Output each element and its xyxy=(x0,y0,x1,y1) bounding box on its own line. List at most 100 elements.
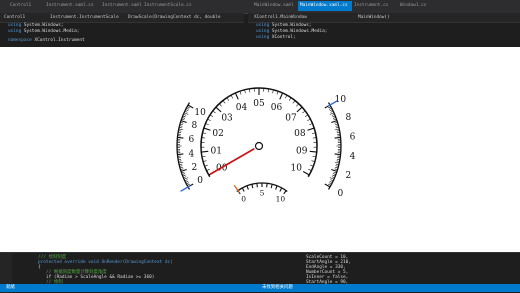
outer-right-tick-label: 8 xyxy=(346,113,352,123)
outer-left-tick-label: 0 xyxy=(197,176,203,186)
small-scale-major-tick xyxy=(247,186,248,190)
outer-left-scale-minor-tick xyxy=(185,111,188,112)
outer-left-scale-minor-tick xyxy=(186,108,189,109)
instrument-gauges: 0246810024681000010203040506070809100510 xyxy=(0,47,520,252)
small-scale-major-tick xyxy=(242,188,244,192)
outer-right-scale-minor-tick xyxy=(335,124,338,125)
outer-left-scale-minor-tick xyxy=(187,184,190,185)
main-dial-tick-label: 01 xyxy=(211,147,222,157)
outer-left-scale-minor-tick xyxy=(187,106,190,107)
status-issues-text: 未找到相关问题 xyxy=(262,284,293,292)
tab-mainwindow-xaml[interactable]: MainWindow.xaml xyxy=(252,1,298,11)
navigation-bar-left: Control1 Instrument.InstrumentScale Draw… xyxy=(0,13,244,23)
main-dial-minor-tick xyxy=(307,119,310,121)
outer-left-scale-minor-tick xyxy=(180,167,183,168)
outer-left-scale-minor-tick xyxy=(184,178,188,180)
outer-right-scale-minor-tick xyxy=(330,111,333,112)
main-dial-major-tick xyxy=(280,93,283,99)
outer-right-scale-minor-tick xyxy=(329,108,332,109)
tab-instrument-cs[interactable]: Instrument.cs xyxy=(352,1,398,11)
code-line: using XControl; xyxy=(256,35,296,41)
outer-left-scale-minor-tick xyxy=(185,180,188,181)
main-dial-major-tick xyxy=(201,151,208,152)
outer-right-tick-label: 6 xyxy=(350,132,356,142)
tab-mainwindow-xaml-cs[interactable]: MainWindow.xaml.cs xyxy=(298,1,352,11)
nav-class-dropdown-right[interactable]: XControl1.MainWindow xyxy=(254,13,307,22)
outer-left-scale-minor-tick xyxy=(183,177,186,178)
tab-window1-cs[interactable]: Window1.cs xyxy=(398,1,440,11)
outer-left-scale-minor-tick xyxy=(180,122,183,123)
navigation-bar-right: XControl1.MainWindow MainWindow() xyxy=(248,13,520,23)
main-dial-minor-tick xyxy=(289,98,291,101)
main-dial-minor-tick xyxy=(305,115,308,117)
outer-left-tick-label: 4 xyxy=(189,149,195,159)
editor-tab-bar: Control1 Instrument.xaml.cs Instrument.x… xyxy=(0,0,520,14)
outer-right-scale-minor-tick xyxy=(332,177,335,178)
outer-right-scale-minor-tick xyxy=(330,181,333,182)
small-scale-major-tick xyxy=(252,184,253,188)
tab-instrument-scale[interactable]: InstrumentScale.cs xyxy=(142,1,196,11)
outer-right-scale-minor-tick xyxy=(335,162,339,163)
outer-left-scale-minor-tick xyxy=(184,113,188,115)
main-dial-tick-label: 10 xyxy=(291,164,303,174)
main-dial-minor-tick xyxy=(302,111,305,113)
design-surface: 0246810024681000010203040506070809100510 xyxy=(0,47,520,252)
main-dial-tick-label: 05 xyxy=(253,99,265,109)
outer-left-tick-label: 8 xyxy=(191,121,197,131)
main-dial-tick-label: 08 xyxy=(294,129,306,139)
code-line: protected override void OnRender(Drawing… xyxy=(38,260,173,266)
main-dial-minor-tick xyxy=(231,95,233,98)
outer-left-scale-major-tick xyxy=(181,169,187,171)
main-dial-tick-label: 02 xyxy=(212,129,223,139)
nav-member-dropdown-right[interactable]: MainWindow() xyxy=(358,13,390,22)
small-scale-major-tick xyxy=(271,184,272,188)
outer-right-scale-minor-tick xyxy=(335,122,338,123)
main-dial-minor-tick xyxy=(309,124,312,125)
outer-left-scale-minor-tick xyxy=(180,169,183,170)
outer-left-tick-label: 10 xyxy=(194,108,206,118)
outer-right-scale-major-tick xyxy=(335,154,341,155)
outer-right-scale-major-tick xyxy=(335,137,341,138)
outer-right-tick-label: 4 xyxy=(350,152,356,162)
small-scale-tick-label: 5 xyxy=(260,189,265,198)
tab-instrument-xaml-cs[interactable]: Instrument.xaml.cs xyxy=(44,1,100,11)
outer-right-scale-major-tick xyxy=(331,169,337,171)
tab-instrument-xaml[interactable]: Instrument.xaml xyxy=(100,1,142,11)
main-dial-minor-tick xyxy=(213,111,216,113)
main-dial-minor-tick xyxy=(219,104,221,107)
outer-left-scale-minor-tick xyxy=(186,183,189,184)
outer-left-scale-minor-tick xyxy=(183,114,186,115)
main-dial-tick-label: 07 xyxy=(285,113,297,123)
main-dial-major-tick xyxy=(303,172,309,176)
outer-left-scale-minor-tick xyxy=(180,124,183,125)
outer-right-scale-minor-tick xyxy=(335,129,339,130)
outer-right-scale-minor-tick xyxy=(330,110,333,111)
small-scale-major-tick xyxy=(284,191,286,194)
main-dial-minor-tick xyxy=(293,101,295,104)
outer-right-scale-major-tick xyxy=(331,121,337,123)
main-dial-major-tick xyxy=(216,107,221,112)
main-dial-major-tick xyxy=(310,151,317,152)
nav-member-dropdown[interactable]: DrawScale(DrawingContext dc, double xyxy=(128,13,221,22)
outer-left-scale-minor-tick xyxy=(179,162,183,163)
main-dial-minor-tick xyxy=(296,104,298,107)
outer-right-tick-label: 0 xyxy=(338,189,344,199)
nav-class-dropdown[interactable]: Instrument.InstrumentScale xyxy=(50,13,119,22)
outer-right-tick-label: 2 xyxy=(346,171,352,181)
main-dial-major-tick xyxy=(308,128,315,130)
main-dial-minor-tick xyxy=(227,98,229,101)
tab-control1[interactable]: Control1 xyxy=(8,1,42,11)
nav-project-dropdown[interactable]: Control1 xyxy=(4,13,25,22)
outer-right-scale-minor-tick xyxy=(328,106,331,107)
outer-left-scale-minor-tick xyxy=(186,110,189,111)
main-dial-minor-tick xyxy=(285,95,287,98)
main-dial-minor-tick xyxy=(223,101,225,104)
outer-right-scale-minor-tick xyxy=(330,178,334,180)
main-dial-tick-label: 03 xyxy=(221,113,233,123)
outer-left-tick-label: 6 xyxy=(189,135,195,145)
main-dial-minor-tick xyxy=(210,115,213,117)
outer-left-tick-label: 2 xyxy=(191,163,197,173)
main-dial-minor-tick xyxy=(206,124,209,125)
outer-left-scale-major-tick xyxy=(177,137,183,138)
small-scale-major-tick xyxy=(280,188,282,192)
